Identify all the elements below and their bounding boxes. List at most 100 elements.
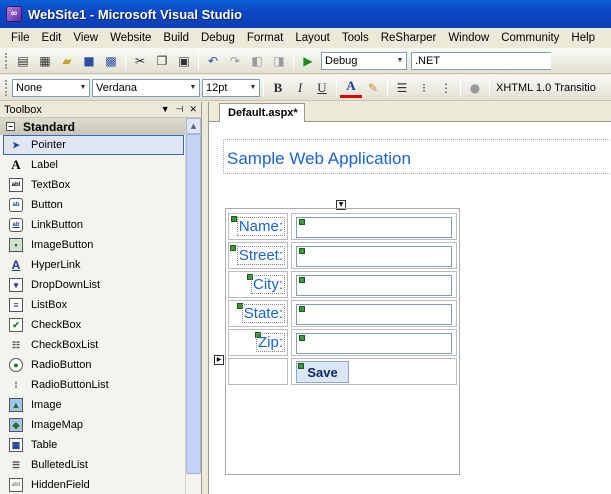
start-debugging-icon[interactable]: ▶ — [297, 51, 319, 71]
toolbox-item-checkboxlist[interactable]: ☷ CheckBoxList — [0, 335, 186, 355]
open-file-icon[interactable]: ▰ — [56, 51, 78, 71]
save-icon[interactable]: ■ — [78, 51, 100, 71]
toolbar-grip[interactable] — [5, 52, 8, 69]
zip-label[interactable]: Zip: — [255, 333, 285, 352]
redo-icon[interactable]: ↷ — [224, 51, 246, 71]
state-textbox[interactable] — [296, 304, 452, 325]
page-heading-container[interactable]: Sample Web Application — [223, 139, 611, 174]
numbered-list-icon[interactable]: ⋮ — [435, 78, 457, 98]
menu-format[interactable]: Format — [241, 32, 289, 44]
server-control-icon — [299, 277, 305, 283]
foreground-color-icon[interactable]: A — [340, 78, 362, 98]
bulletedlist-icon: ☰ — [11, 459, 21, 470]
menu-resharper[interactable]: ReSharper — [375, 32, 443, 44]
menu-help[interactable]: Help — [565, 32, 601, 44]
bold-icon[interactable]: B — [267, 78, 289, 98]
label-icon: A — [11, 157, 21, 172]
toolbox-item-listbox[interactable]: ≡ ListBox — [0, 295, 186, 315]
menu-layout[interactable]: Layout — [289, 32, 336, 44]
toolbox-item-dropdownlist[interactable]: ▾ DropDownList — [0, 275, 186, 295]
navigate-forward-icon[interactable]: ◨ — [268, 51, 290, 71]
bulleted-list-icon[interactable]: ⁝ — [413, 78, 435, 98]
toolbox-item-textbox[interactable]: abl TextBox — [0, 175, 186, 195]
menu-debug[interactable]: Debug — [195, 32, 241, 44]
zip-textbox[interactable] — [296, 333, 452, 354]
save-button[interactable]: Save — [296, 361, 349, 383]
form-table[interactable]: Name: Street: City: State: Zip: Save — [225, 208, 460, 475]
toolbox-item-checkbox[interactable]: ✔ CheckBox — [0, 315, 186, 335]
toolbox-panel: Toolbox ▼ ⊣ ✕ − Standard ➤ Pointer A Label… — [0, 102, 202, 494]
pointer-icon: ➤ — [12, 139, 20, 150]
solution-config-dropdown[interactable]: Debug ▼ — [321, 51, 407, 70]
insert-hyperlink-icon[interactable]: ● — [464, 78, 486, 98]
new-project-icon[interactable]: ▤ — [12, 51, 34, 71]
toolbox-item-hiddenfield[interactable]: abl HiddenField — [0, 475, 186, 494]
font-size-dropdown[interactable]: 12pt ▼ — [202, 78, 260, 97]
save-all-icon[interactable]: ▩ — [100, 51, 122, 71]
menu-tools[interactable]: Tools — [336, 32, 375, 44]
name-label[interactable]: Name: — [236, 217, 285, 236]
menu-website[interactable]: Website — [104, 32, 157, 44]
add-item-icon[interactable]: ▦ — [34, 51, 56, 71]
menu-community[interactable]: Community — [495, 32, 565, 44]
toolbox-item-label: Label — [31, 159, 58, 171]
toolbox-item-label: HyperLink — [31, 259, 81, 271]
scrollbar-thumb[interactable] — [186, 134, 201, 474]
name-textbox[interactable] — [296, 217, 452, 238]
toolbox-item-button[interactable]: ab Button — [0, 195, 186, 215]
design-surface[interactable]: Sample Web Application ▼ ▶ Name: Street:… — [209, 122, 611, 494]
toolbox-item-radiobuttonlist[interactable]: ⁞ RadioButtonList — [0, 375, 186, 395]
underline-icon[interactable]: U — [311, 78, 333, 98]
menu-edit[interactable]: Edit — [36, 32, 68, 44]
toolbox-item-label: Button — [31, 199, 63, 211]
toolbox-category-standard[interactable]: − Standard — [0, 118, 186, 135]
city-textbox[interactable] — [296, 275, 452, 296]
toolbox-item-pointer[interactable]: ➤ Pointer — [3, 135, 184, 155]
tab-default-aspx[interactable]: Default.aspx* — [219, 103, 305, 122]
row-selector-icon[interactable]: ▶ — [214, 355, 224, 365]
menu-window[interactable]: Window — [442, 32, 495, 44]
justify-icon[interactable]: ☰ — [391, 78, 413, 98]
menu-file[interactable]: File — [5, 32, 36, 44]
toolbox-item-bulletedlist[interactable]: ☰ BulletedList — [0, 455, 186, 475]
form-row-save: Save — [228, 358, 457, 385]
image-icon: ▲ — [9, 398, 23, 412]
scroll-up-icon[interactable]: ▲ — [186, 118, 201, 134]
toolbox-item-label: ImageMap — [31, 419, 83, 431]
italic-icon[interactable]: I — [289, 78, 311, 98]
state-label[interactable]: State: — [241, 304, 285, 323]
toolbox-item-imagebutton[interactable]: ▪ ImageButton — [0, 235, 186, 255]
undo-icon[interactable]: ↶ — [202, 51, 224, 71]
page-heading: Sample Web Application — [227, 149, 411, 168]
toolbox-item-label[interactable]: A Label — [0, 155, 186, 175]
cut-icon[interactable]: ✂ — [129, 51, 151, 71]
collapse-icon: − — [6, 122, 15, 131]
toolbox-scrollbar[interactable]: ▲ — [185, 118, 201, 494]
solution-platform-dropdown[interactable]: .NET — [411, 51, 551, 70]
street-label[interactable]: Street: — [236, 246, 285, 265]
toolbox-item-imagemap[interactable]: ◆ ImageMap — [0, 415, 186, 435]
navigate-backward-icon[interactable]: ◧ — [246, 51, 268, 71]
street-textbox[interactable] — [296, 246, 452, 267]
toolbox-item-linkbutton[interactable]: ab LinkButton — [0, 215, 186, 235]
block-format-dropdown[interactable]: None ▼ — [12, 78, 90, 97]
menu-view[interactable]: View — [67, 32, 104, 44]
copy-icon[interactable]: ❐ — [151, 51, 173, 71]
toolbox-item-hyperlink[interactable]: A HyperLink — [0, 255, 186, 275]
toolbox-item-image[interactable]: ▲ Image — [0, 395, 186, 415]
toolbox-item-radiobutton[interactable]: ● RadioButton — [0, 355, 186, 375]
target-schema-dropdown[interactable]: XHTML 1.0 Transitio — [493, 79, 603, 97]
window-position-icon[interactable]: ▼ — [161, 104, 170, 115]
background-color-icon[interactable]: ✎ — [362, 78, 384, 98]
toolbox-item-table[interactable]: ▦ Table — [0, 435, 186, 455]
checkbox-icon: ✔ — [9, 318, 23, 332]
font-name-dropdown[interactable]: Verdana ▼ — [92, 78, 200, 97]
paste-icon[interactable]: ▣ — [173, 51, 195, 71]
menu-build[interactable]: Build — [157, 32, 195, 44]
city-label[interactable]: City: — [251, 275, 285, 294]
close-icon[interactable]: ✕ — [189, 104, 197, 115]
auto-hide-pin-icon[interactable]: ⊣ — [176, 104, 184, 115]
document-area: Default.aspx* Sample Web Application ▼ ▶… — [208, 102, 611, 494]
title-bar: ∞ WebSite1 - Microsoft Visual Studio — [0, 0, 611, 28]
toolbar-grip[interactable] — [5, 79, 8, 96]
